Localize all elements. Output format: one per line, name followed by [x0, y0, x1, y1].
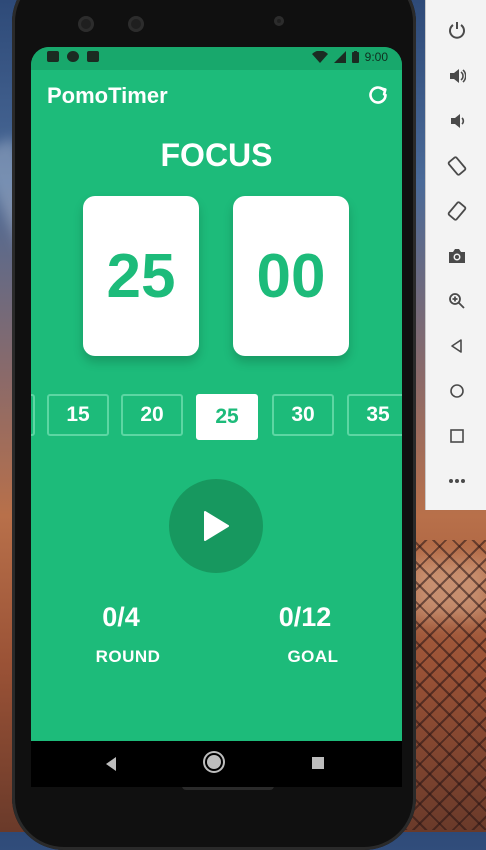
front-camera: [78, 16, 94, 32]
app-title: PomoTimer: [47, 83, 168, 108]
zoom-in-icon[interactable]: [445, 289, 469, 313]
play-button[interactable]: [169, 479, 263, 573]
duration-chip-35[interactable]: 35: [347, 394, 402, 436]
play-icon: [204, 511, 229, 541]
timer-mode-label: FOCUS: [160, 137, 273, 173]
volume-down-icon[interactable]: [445, 109, 469, 133]
minutes-card: 25: [83, 196, 199, 356]
signal-icon: [333, 51, 346, 63]
round-count: 0/4: [102, 602, 140, 632]
duration-chip[interactable]: [31, 394, 35, 436]
duration-chip-15[interactable]: 15: [47, 394, 109, 436]
status-time: 9:00: [364, 50, 388, 64]
duration-selector: 15 20 25 30 35: [31, 394, 402, 440]
light-sensor: [274, 16, 284, 26]
proximity-sensor: [128, 16, 144, 32]
rotate-left-icon[interactable]: [445, 154, 469, 178]
refresh-icon[interactable]: [366, 83, 390, 107]
home-icon[interactable]: [445, 379, 469, 403]
nav-home-icon[interactable]: [207, 755, 221, 769]
seconds-card: 00: [233, 196, 349, 356]
camera-icon[interactable]: [445, 244, 469, 268]
nav-recents-icon[interactable]: [312, 757, 324, 769]
background-pylon: [405, 540, 486, 830]
volume-up-icon[interactable]: [445, 64, 469, 88]
power-icon[interactable]: [445, 18, 469, 42]
status-system: 9:00: [311, 50, 388, 64]
system-nav-bar: [31, 741, 402, 787]
duration-chip-25-selected[interactable]: 25: [196, 394, 258, 440]
status-bar: 9:00: [31, 47, 402, 70]
nav-back-icon[interactable]: [106, 757, 116, 771]
overview-icon[interactable]: [445, 424, 469, 448]
sd-card-icon: [87, 51, 99, 62]
battery-icon: [351, 51, 359, 63]
notification-image-icon: [47, 51, 59, 62]
app-screen: 9:00 PomoTimer FOCUS 25 00 15 20 25 30 3…: [31, 47, 402, 741]
duration-chip-20[interactable]: 20: [121, 394, 183, 436]
goal-count: 0/12: [278, 602, 332, 632]
notification-circle-icon: [67, 51, 79, 62]
wifi-icon: [311, 51, 328, 63]
emulator-toolbar: [425, 0, 486, 510]
back-icon[interactable]: [445, 334, 469, 358]
round-label: ROUND: [95, 647, 161, 666]
status-notifications: [47, 51, 99, 62]
more-icon[interactable]: [445, 469, 469, 493]
duration-chip-30[interactable]: 30: [272, 394, 334, 436]
goal-label: GOAL: [287, 647, 339, 666]
rotate-right-icon[interactable]: [445, 199, 469, 223]
